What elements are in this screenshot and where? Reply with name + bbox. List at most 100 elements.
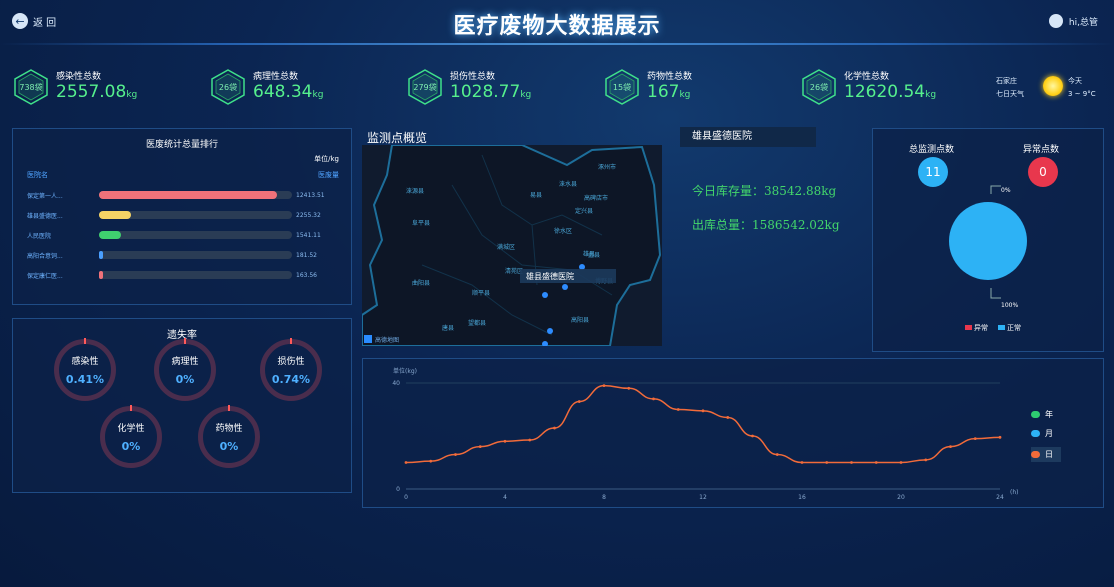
ranking-row[interactable]: 人民医院 1541.11: [27, 229, 347, 241]
data-point[interactable]: [676, 408, 680, 411]
legend-swatch: [1031, 430, 1040, 437]
map-place-label: 顺平县: [472, 290, 490, 297]
pie-normal-slice[interactable]: [949, 202, 1027, 280]
loss-rate-value: 0.41%: [65, 373, 105, 386]
loss-rate-value: 0%: [219, 440, 239, 453]
data-point[interactable]: [602, 384, 606, 388]
monitor-pie[interactable]: 0% 100%: [873, 184, 1103, 324]
chart-legend-item[interactable]: 年: [1031, 409, 1053, 420]
data-point[interactable]: [528, 438, 532, 442]
map-marker-icon[interactable]: [542, 292, 548, 298]
trend-line-chart[interactable]: 单位(kg) (h) 0 40 0 4 8 12 16 20 24: [363, 359, 1103, 507]
data-point[interactable]: [973, 437, 977, 441]
data-point[interactable]: [553, 426, 556, 430]
data-point[interactable]: [478, 445, 482, 448]
pie-bottom-label: 100%: [1001, 302, 1018, 309]
ranking-hospital-name: 雄县盛德医...: [27, 212, 63, 220]
loss-rate-ring: 化学性 0%: [100, 405, 162, 468]
y-axis-label: 单位(kg): [393, 367, 417, 375]
map-place-label: 望都县: [468, 319, 486, 327]
map-title: 监测点概览: [367, 131, 428, 145]
ranking-row[interactable]: 保定康仁医... 163.56: [27, 269, 347, 281]
loss-rate-ring: 感染性 0.41%: [54, 338, 116, 401]
map-popup: 雄县盛德医院: [526, 271, 574, 281]
trend-chart-panel: 单位(kg) (h) 0 40 0 4 8 12 16 20 24 年月日: [362, 358, 1104, 508]
y-tick-label: 40: [392, 380, 400, 387]
out-line: 出库总量：1586542.02kg: [692, 216, 840, 233]
data-point[interactable]: [429, 459, 433, 463]
data-point[interactable]: [924, 458, 928, 462]
ring-tick: [228, 405, 230, 411]
stat-value: 2557.08kg: [56, 82, 137, 105]
data-point[interactable]: [652, 397, 655, 401]
map-attribution: 高德地图: [375, 336, 399, 344]
data-point[interactable]: [454, 453, 457, 456]
ranking-col-name: 医院名: [27, 171, 48, 179]
legend-normal[interactable]: 正常: [998, 323, 1021, 333]
ranking-hospital-name: 保定第一人...: [27, 192, 63, 200]
monitoring-map[interactable]: 涞源县易县涞水县涿州市高碑店市定兴县徐水区雄县满城区清苑区顺平县望都县蠡县博野县…: [362, 145, 662, 346]
chart-legend-item[interactable]: 月: [1031, 428, 1053, 439]
data-point[interactable]: [850, 461, 853, 464]
chart-legend-item[interactable]: 日: [1031, 447, 1061, 462]
weather-forecast-link[interactable]: 七日天气: [996, 88, 1024, 101]
ranking-value: 12413.51: [296, 191, 325, 199]
legend-label: 年: [1045, 410, 1053, 419]
stat-card: 738袋 感染性总数 2557.08kg: [12, 64, 137, 110]
loss-rate-label: 药物性: [215, 424, 243, 434]
data-point[interactable]: [404, 461, 408, 464]
map-marker-icon[interactable]: [562, 284, 568, 290]
stat-value: 167kg: [647, 82, 692, 105]
series-line[interactable]: [405, 384, 1001, 464]
data-point[interactable]: [874, 461, 878, 464]
data-point[interactable]: [503, 439, 507, 443]
stat-card: 279袋 损伤性总数 1028.77kg: [406, 64, 531, 110]
data-point[interactable]: [701, 409, 705, 413]
ranking-row[interactable]: 保定第一人... 12413.51: [27, 189, 347, 201]
user-menu[interactable]: hi,总管: [1048, 14, 1098, 28]
map-place-label: 满城区: [497, 243, 515, 251]
stat-number: 12620.54: [844, 82, 926, 102]
ranking-hospital-name: 人民医院: [27, 232, 52, 240]
map-marker-icon[interactable]: [547, 328, 553, 334]
data-point[interactable]: [800, 461, 804, 464]
data-point[interactable]: [825, 461, 829, 464]
out-value: 1586542.02kg: [752, 218, 840, 232]
ranking-row[interactable]: 高阳合意饲... 181.52: [27, 249, 347, 261]
loss-rate-ring: 损伤性 0.74%: [260, 338, 322, 401]
weather-temp: 3 ~ 9°C: [1068, 90, 1096, 98]
pie-top-label: 0%: [1001, 187, 1011, 194]
data-point[interactable]: [726, 416, 730, 419]
ranking-unit: 单位/kg: [314, 155, 339, 163]
ranking-panel: 医废统计总量排行 单位/kg 医院名 医废量 保定第一人... 12413.51 雄…: [12, 128, 352, 305]
legend-abnormal[interactable]: 异常: [965, 323, 988, 333]
stat-count: 15袋: [612, 82, 632, 92]
data-point[interactable]: [998, 435, 1002, 439]
data-point[interactable]: [751, 434, 754, 438]
stat-unit: kg: [925, 90, 937, 100]
x-tick-label: 8: [602, 494, 606, 501]
out-label: 出库总量：: [692, 218, 753, 232]
loss-rate-label: 病理性: [171, 357, 199, 367]
ranking-value: 1541.11: [296, 231, 321, 239]
map-place-label: 定兴县: [575, 207, 593, 215]
ranking-value: 181.52: [296, 251, 317, 259]
ring-tick: [290, 338, 292, 344]
data-point[interactable]: [577, 400, 581, 403]
data-point[interactable]: [775, 453, 779, 456]
data-point[interactable]: [627, 386, 631, 390]
data-point[interactable]: [949, 445, 952, 448]
ranking-hospital-name: 保定康仁医...: [27, 272, 63, 280]
pie-leader-top: [990, 185, 1001, 194]
legend-abnormal-label: 异常: [974, 324, 988, 332]
ring-tick: [84, 338, 86, 344]
x-tick-label: 24: [996, 494, 1004, 501]
loss-rate-value: 0%: [121, 440, 141, 453]
map-place-label: 高阳县: [571, 316, 589, 324]
stat-unit: kg: [520, 90, 532, 100]
header-divider: [0, 43, 1114, 45]
hexagon-icon: 15袋: [603, 68, 641, 106]
ranking-row[interactable]: 雄县盛德医... 2255.32: [27, 209, 347, 221]
data-point[interactable]: [899, 461, 903, 464]
stat-label: 感染性总数: [56, 72, 102, 82]
